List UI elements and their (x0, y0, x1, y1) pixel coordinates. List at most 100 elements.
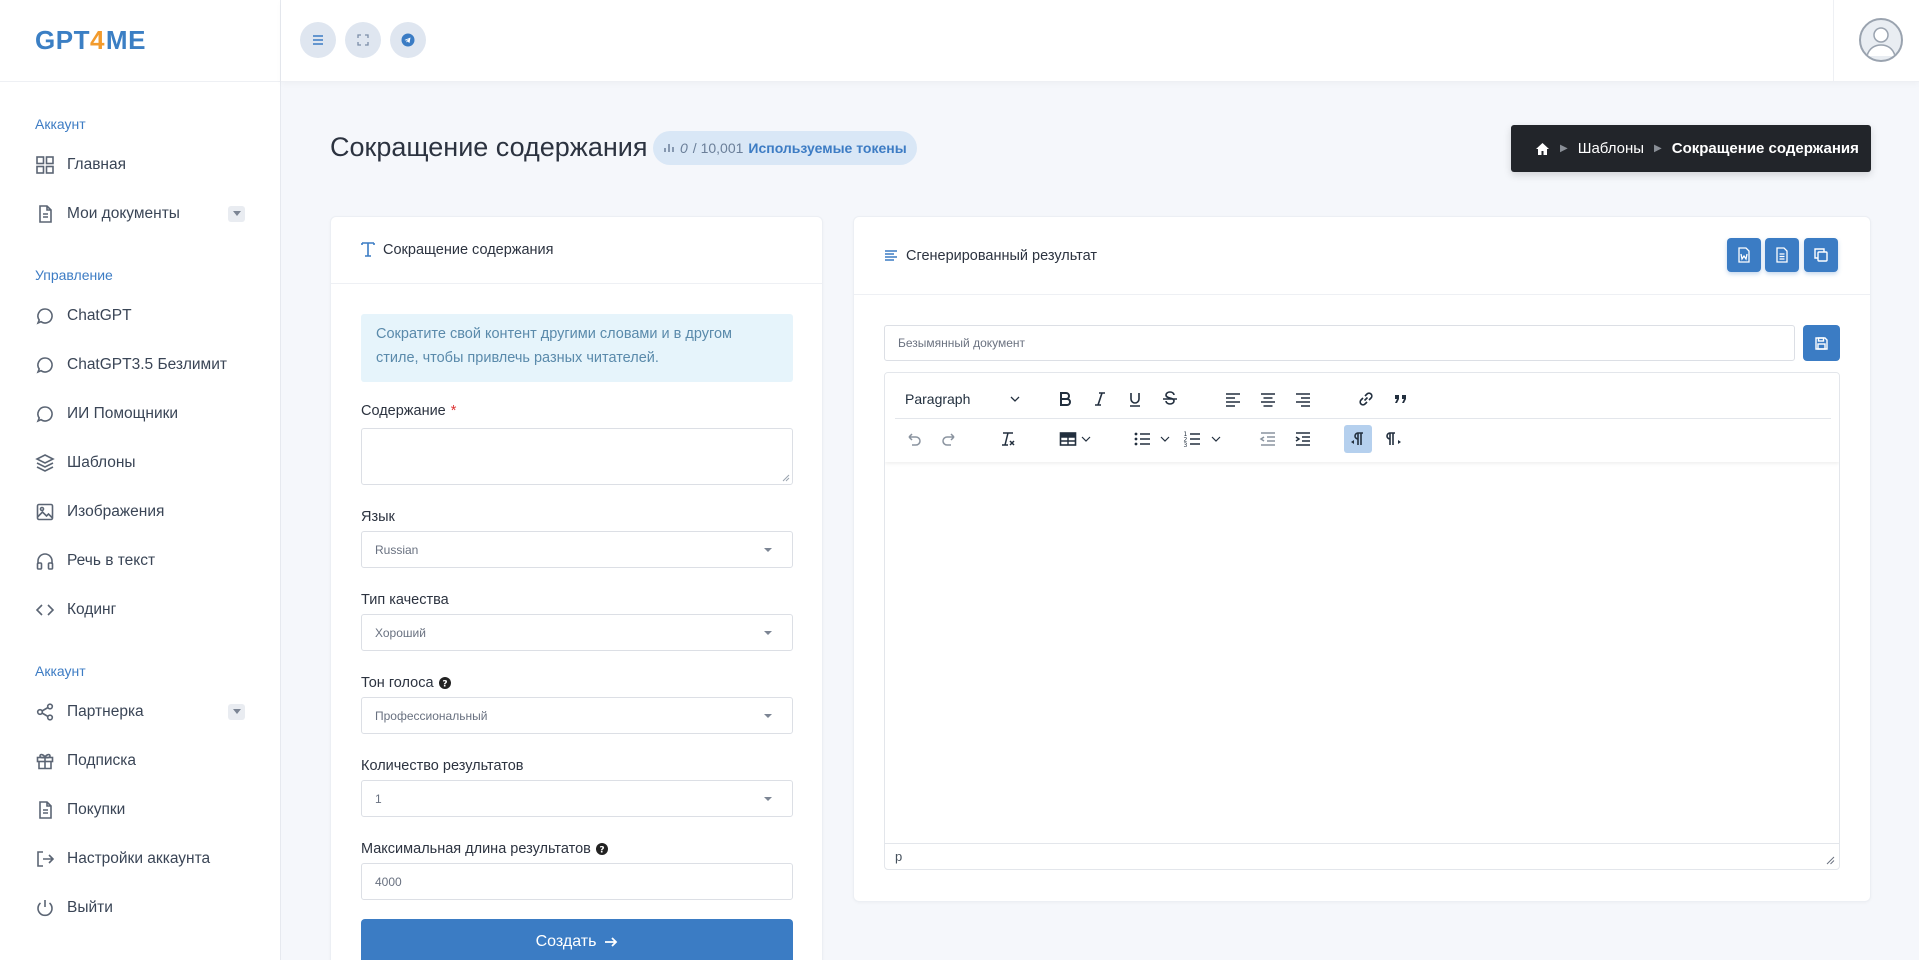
rtl-direction-button[interactable] (1379, 425, 1407, 453)
sidebar-item-logout[interactable]: Выйти (0, 883, 280, 932)
sidebar-item-label: Изображения (67, 502, 165, 520)
blockquote-button[interactable] (1387, 385, 1415, 413)
chevron-down-icon[interactable] (228, 205, 245, 222)
bold-icon (1060, 392, 1071, 406)
save-document-button[interactable] (1803, 325, 1840, 361)
svg-text:?: ? (442, 680, 447, 690)
sidebar-item-templates[interactable]: Шаблоны (0, 438, 280, 487)
tone-select[interactable]: Профессиональный (361, 697, 793, 734)
sidebar-item-label: Мои документы (67, 204, 180, 222)
sidebar-item-ai-assistants[interactable]: ИИ Помощники (0, 389, 280, 438)
strikethrough-icon (1163, 391, 1177, 405)
sidebar-section-account: Аккаунт (35, 116, 86, 132)
insert-table-button[interactable] (1054, 425, 1082, 453)
headphones-icon (36, 552, 54, 570)
rtl-icon (1386, 432, 1401, 445)
sidebar-item-purchases[interactable]: Покупки (0, 785, 280, 834)
undo-button[interactable] (899, 425, 927, 453)
create-button[interactable]: Создать (361, 919, 793, 960)
help-circle-icon[interactable]: ? (595, 843, 608, 855)
layers-icon (35, 453, 55, 472)
chevron-down-icon[interactable] (1081, 435, 1091, 443)
sidebar-item-chatgpt35[interactable]: ChatGPT3.5 Безлимит (0, 340, 280, 389)
chevron-down-icon[interactable] (1211, 435, 1221, 443)
document-name-input[interactable]: Безымянный документ (884, 325, 1795, 361)
telegram-button[interactable] (390, 22, 426, 58)
chat-icon (36, 405, 53, 423)
content-label: Содержание * (361, 403, 456, 419)
home-icon[interactable] (1535, 142, 1550, 156)
language-select[interactable]: Russian (361, 531, 793, 568)
sidebar-item-speech-to-text[interactable]: Речь в текст (0, 536, 280, 585)
bold-button[interactable] (1051, 385, 1079, 413)
sidebar-item-home[interactable]: Главная (0, 140, 280, 189)
fullscreen-button[interactable] (345, 22, 381, 58)
align-right-button[interactable] (1289, 385, 1317, 413)
strikethrough-button[interactable] (1156, 385, 1184, 413)
max-length-input[interactable]: 4000 (361, 863, 793, 900)
sidebar-item-coding[interactable]: Кодинг (0, 585, 280, 634)
chevron-down-icon[interactable] (1160, 435, 1170, 443)
insert-link-button[interactable] (1352, 385, 1380, 413)
logo-text-me: ME (105, 25, 146, 55)
sidebar-item-label: Главная (67, 155, 126, 173)
sidebar-item-my-documents[interactable]: Мои документы (0, 189, 280, 238)
sidebar-item-label: Покупки (67, 800, 126, 818)
resize-handle-icon (782, 474, 790, 482)
align-left-button[interactable] (1219, 385, 1247, 413)
sidebar-item-chatgpt[interactable]: ChatGPT (0, 291, 280, 340)
copy-button[interactable] (1804, 238, 1838, 272)
sidebar-item-label: ИИ Помощники (67, 404, 179, 422)
resize-handle-icon[interactable] (1826, 856, 1835, 865)
create-button-label: Создать (535, 933, 597, 950)
avatar[interactable] (1859, 18, 1903, 62)
sidebar-item-label: Настройки аккаунта (67, 849, 211, 867)
result-card-header: Сгенерированный результат (854, 217, 1870, 295)
rich-text-editor: Paragraph 123 p (884, 372, 1840, 870)
result-count-select[interactable]: 1 (361, 780, 793, 817)
clear-formatting-button[interactable] (994, 425, 1022, 453)
indent-button[interactable] (1289, 425, 1317, 453)
help-circle-icon[interactable]: ? (438, 677, 451, 690)
share-icon (36, 702, 54, 721)
block-format-select[interactable]: Paragraph (897, 385, 1027, 413)
ltr-direction-button[interactable] (1344, 425, 1372, 453)
underline-icon (1130, 393, 1140, 407)
sidebar-item-account-settings[interactable]: Настройки аккаунта (0, 834, 280, 883)
menu-toggle-button[interactable] (300, 22, 336, 58)
export-word-button[interactable] (1727, 238, 1761, 272)
numbered-list-button[interactable]: 123 (1178, 425, 1206, 453)
logo[interactable]: GPT 4 ME (0, 0, 280, 82)
sidebar-item-label: ChatGPT (67, 306, 132, 324)
tokens-label: Используемые токены (748, 140, 907, 156)
chevron-right-icon: ▶ (1560, 143, 1568, 154)
sidebar-item-label: Речь в текст (67, 551, 156, 569)
sidebar-item-subscription[interactable]: Подписка (0, 736, 280, 785)
align-center-button[interactable] (1254, 385, 1282, 413)
chevron-down-icon[interactable] (228, 703, 245, 720)
outdent-button[interactable] (1254, 425, 1282, 453)
quality-select[interactable]: Хороший (361, 614, 793, 651)
image-icon (36, 503, 54, 520)
quote-icon (1395, 395, 1406, 403)
sidebar-item-images[interactable]: Изображения (0, 487, 280, 536)
gift-icon (36, 753, 54, 769)
breadcrumb-parent[interactable]: Шаблоны (1578, 140, 1644, 157)
block-format-value: Paragraph (905, 391, 971, 407)
content-textarea[interactable] (361, 428, 793, 485)
underline-button[interactable] (1121, 385, 1149, 413)
sidebar-item-partner[interactable]: Партнерка (0, 687, 280, 736)
bullet-list-button[interactable] (1128, 425, 1156, 453)
chat-icon (36, 356, 53, 374)
redo-button[interactable] (936, 425, 964, 453)
export-text-button[interactable] (1765, 238, 1799, 272)
file-icon (39, 204, 52, 223)
user-icon (1866, 27, 1896, 57)
editor-content-area[interactable] (885, 462, 1839, 845)
form-card-title: Сокращение содержания (383, 242, 554, 258)
link-icon (1359, 392, 1373, 406)
element-path[interactable]: p (895, 849, 902, 864)
breadcrumb-current: Сокращение содержания (1671, 140, 1859, 157)
numbered-list-icon: 123 (1184, 431, 1200, 449)
italic-button[interactable] (1086, 385, 1114, 413)
